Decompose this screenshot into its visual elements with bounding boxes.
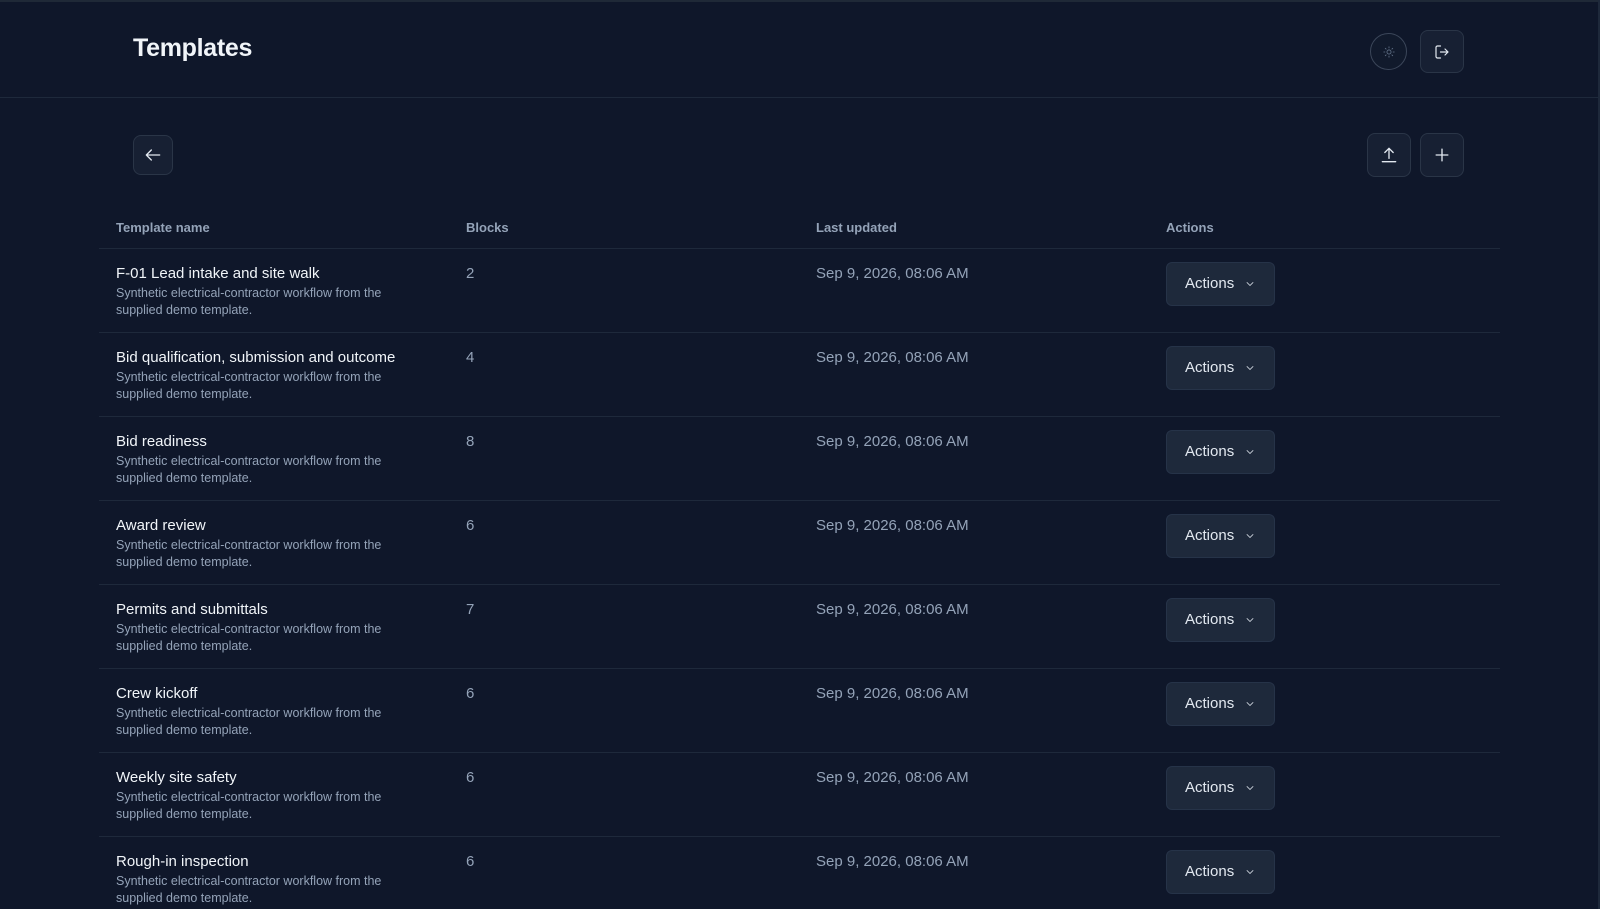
column-header-actions: Actions (1149, 208, 1500, 249)
actions-dropdown-button[interactable]: Actions (1166, 765, 1276, 810)
templates-table-body: F-01 Lead intake and site walk Synthetic… (99, 248, 1500, 909)
top-bar: Templates (0, 0, 1600, 98)
template-description: Synthetic electrical-contractor workflow… (116, 285, 382, 317)
template-description: Synthetic electrical-contractor workflow… (116, 621, 382, 653)
template-last-updated: Sep 9, 2026, 08:06 AM (816, 432, 969, 450)
template-last-updated: Sep 9, 2026, 08:06 AM (816, 600, 969, 618)
theme-toggle-button[interactable] (1370, 33, 1407, 70)
table-row[interactable]: Crew kickoff Synthetic electrical-contra… (99, 668, 1500, 753)
chevron-down-icon (1246, 281, 1254, 286)
upload-template-button[interactable] (1367, 133, 1411, 177)
chevron-down-icon (1246, 365, 1254, 370)
sun-icon (1382, 45, 1395, 58)
table-row[interactable]: F-01 Lead intake and site walk Synthetic… (99, 248, 1500, 333)
back-button[interactable] (133, 135, 173, 175)
template-block-count: 2 (466, 264, 475, 282)
actions-dropdown-button[interactable]: Actions (1166, 849, 1276, 894)
upload-icon (1381, 147, 1397, 163)
chevron-down-icon (1246, 785, 1254, 790)
page-title: Templates (133, 34, 253, 62)
template-last-updated: Sep 9, 2026, 08:06 AM (816, 852, 969, 870)
column-header-template-name[interactable]: Template name (99, 208, 449, 249)
chevron-down-icon (1246, 869, 1254, 874)
chevron-down-icon (1246, 701, 1254, 706)
actions-button-label: Actions (1185, 527, 1235, 544)
template-description: Synthetic electrical-contractor workflow… (116, 789, 382, 821)
add-template-button[interactable] (1420, 133, 1464, 177)
template-last-updated: Sep 9, 2026, 08:06 AM (816, 684, 969, 702)
table-row[interactable]: Weekly site safety Synthetic electrical-… (99, 752, 1500, 837)
template-description: Synthetic electrical-contractor workflow… (116, 873, 382, 905)
template-last-updated: Sep 9, 2026, 08:06 AM (816, 768, 969, 786)
actions-dropdown-button[interactable]: Actions (1166, 513, 1276, 558)
arrow-left-icon (145, 149, 161, 161)
logout-icon (1435, 44, 1449, 59)
table-row[interactable]: Bid readiness Synthetic electrical-contr… (99, 416, 1500, 501)
template-description: Synthetic electrical-contractor workflow… (116, 705, 382, 737)
actions-dropdown-button[interactable]: Actions (1166, 345, 1276, 390)
actions-dropdown-button[interactable]: Actions (1166, 261, 1276, 306)
template-last-updated: Sep 9, 2026, 08:06 AM (816, 516, 969, 534)
template-name[interactable]: Crew kickoff (116, 685, 449, 703)
template-name[interactable]: Rough-in inspection (116, 853, 449, 871)
table-header-row: Template name Blocks Last updated Action… (99, 208, 1500, 249)
template-name[interactable]: Award review (116, 517, 449, 535)
template-name[interactable]: Permits and submittals (116, 601, 449, 619)
template-name[interactable]: F-01 Lead intake and site walk (116, 265, 449, 283)
actions-dropdown-button[interactable]: Actions (1166, 597, 1276, 642)
actions-button-label: Actions (1185, 695, 1235, 712)
templates-table: Template name Blocks Last updated Action… (99, 208, 1500, 909)
actions-button-label: Actions (1185, 443, 1235, 460)
template-name[interactable]: Bid qualification, submission and outcom… (116, 349, 449, 367)
template-block-count: 7 (466, 600, 475, 618)
actions-button-label: Actions (1185, 611, 1235, 628)
table-row[interactable]: Rough-in inspection Synthetic electrical… (99, 836, 1500, 909)
actions-button-label: Actions (1185, 863, 1235, 880)
column-header-last-updated[interactable]: Last updated (799, 208, 1149, 249)
actions-dropdown-button[interactable]: Actions (1166, 681, 1276, 726)
template-description: Synthetic electrical-contractor workflow… (116, 453, 382, 485)
actions-button-label: Actions (1185, 275, 1235, 292)
template-description: Synthetic electrical-contractor workflow… (116, 537, 382, 569)
table-row[interactable]: Permits and submittals Synthetic electri… (99, 584, 1500, 669)
template-block-count: 6 (466, 852, 475, 870)
template-block-count: 8 (466, 432, 475, 450)
template-last-updated: Sep 9, 2026, 08:06 AM (816, 264, 969, 282)
template-block-count: 4 (466, 348, 475, 366)
template-last-updated: Sep 9, 2026, 08:06 AM (816, 348, 969, 366)
actions-dropdown-button[interactable]: Actions (1166, 429, 1276, 474)
chevron-down-icon (1246, 617, 1254, 622)
logout-button[interactable] (1420, 30, 1464, 73)
templates-page: Templates Template name Blocks Last upda… (0, 0, 1600, 909)
template-name[interactable]: Weekly site safety (116, 769, 449, 787)
template-name[interactable]: Bid readiness (116, 433, 449, 451)
chevron-down-icon (1246, 533, 1254, 538)
table-row[interactable]: Award review Synthetic electrical-contra… (99, 500, 1500, 585)
chevron-down-icon (1246, 449, 1254, 454)
table-row[interactable]: Bid qualification, submission and outcom… (99, 332, 1500, 417)
actions-button-label: Actions (1185, 359, 1235, 376)
template-block-count: 6 (466, 516, 475, 534)
template-description: Synthetic electrical-contractor workflow… (116, 369, 382, 401)
actions-button-label: Actions (1185, 779, 1235, 796)
column-header-blocks[interactable]: Blocks (449, 208, 799, 249)
plus-icon (1435, 148, 1449, 162)
template-block-count: 6 (466, 768, 475, 786)
template-block-count: 6 (466, 684, 475, 702)
